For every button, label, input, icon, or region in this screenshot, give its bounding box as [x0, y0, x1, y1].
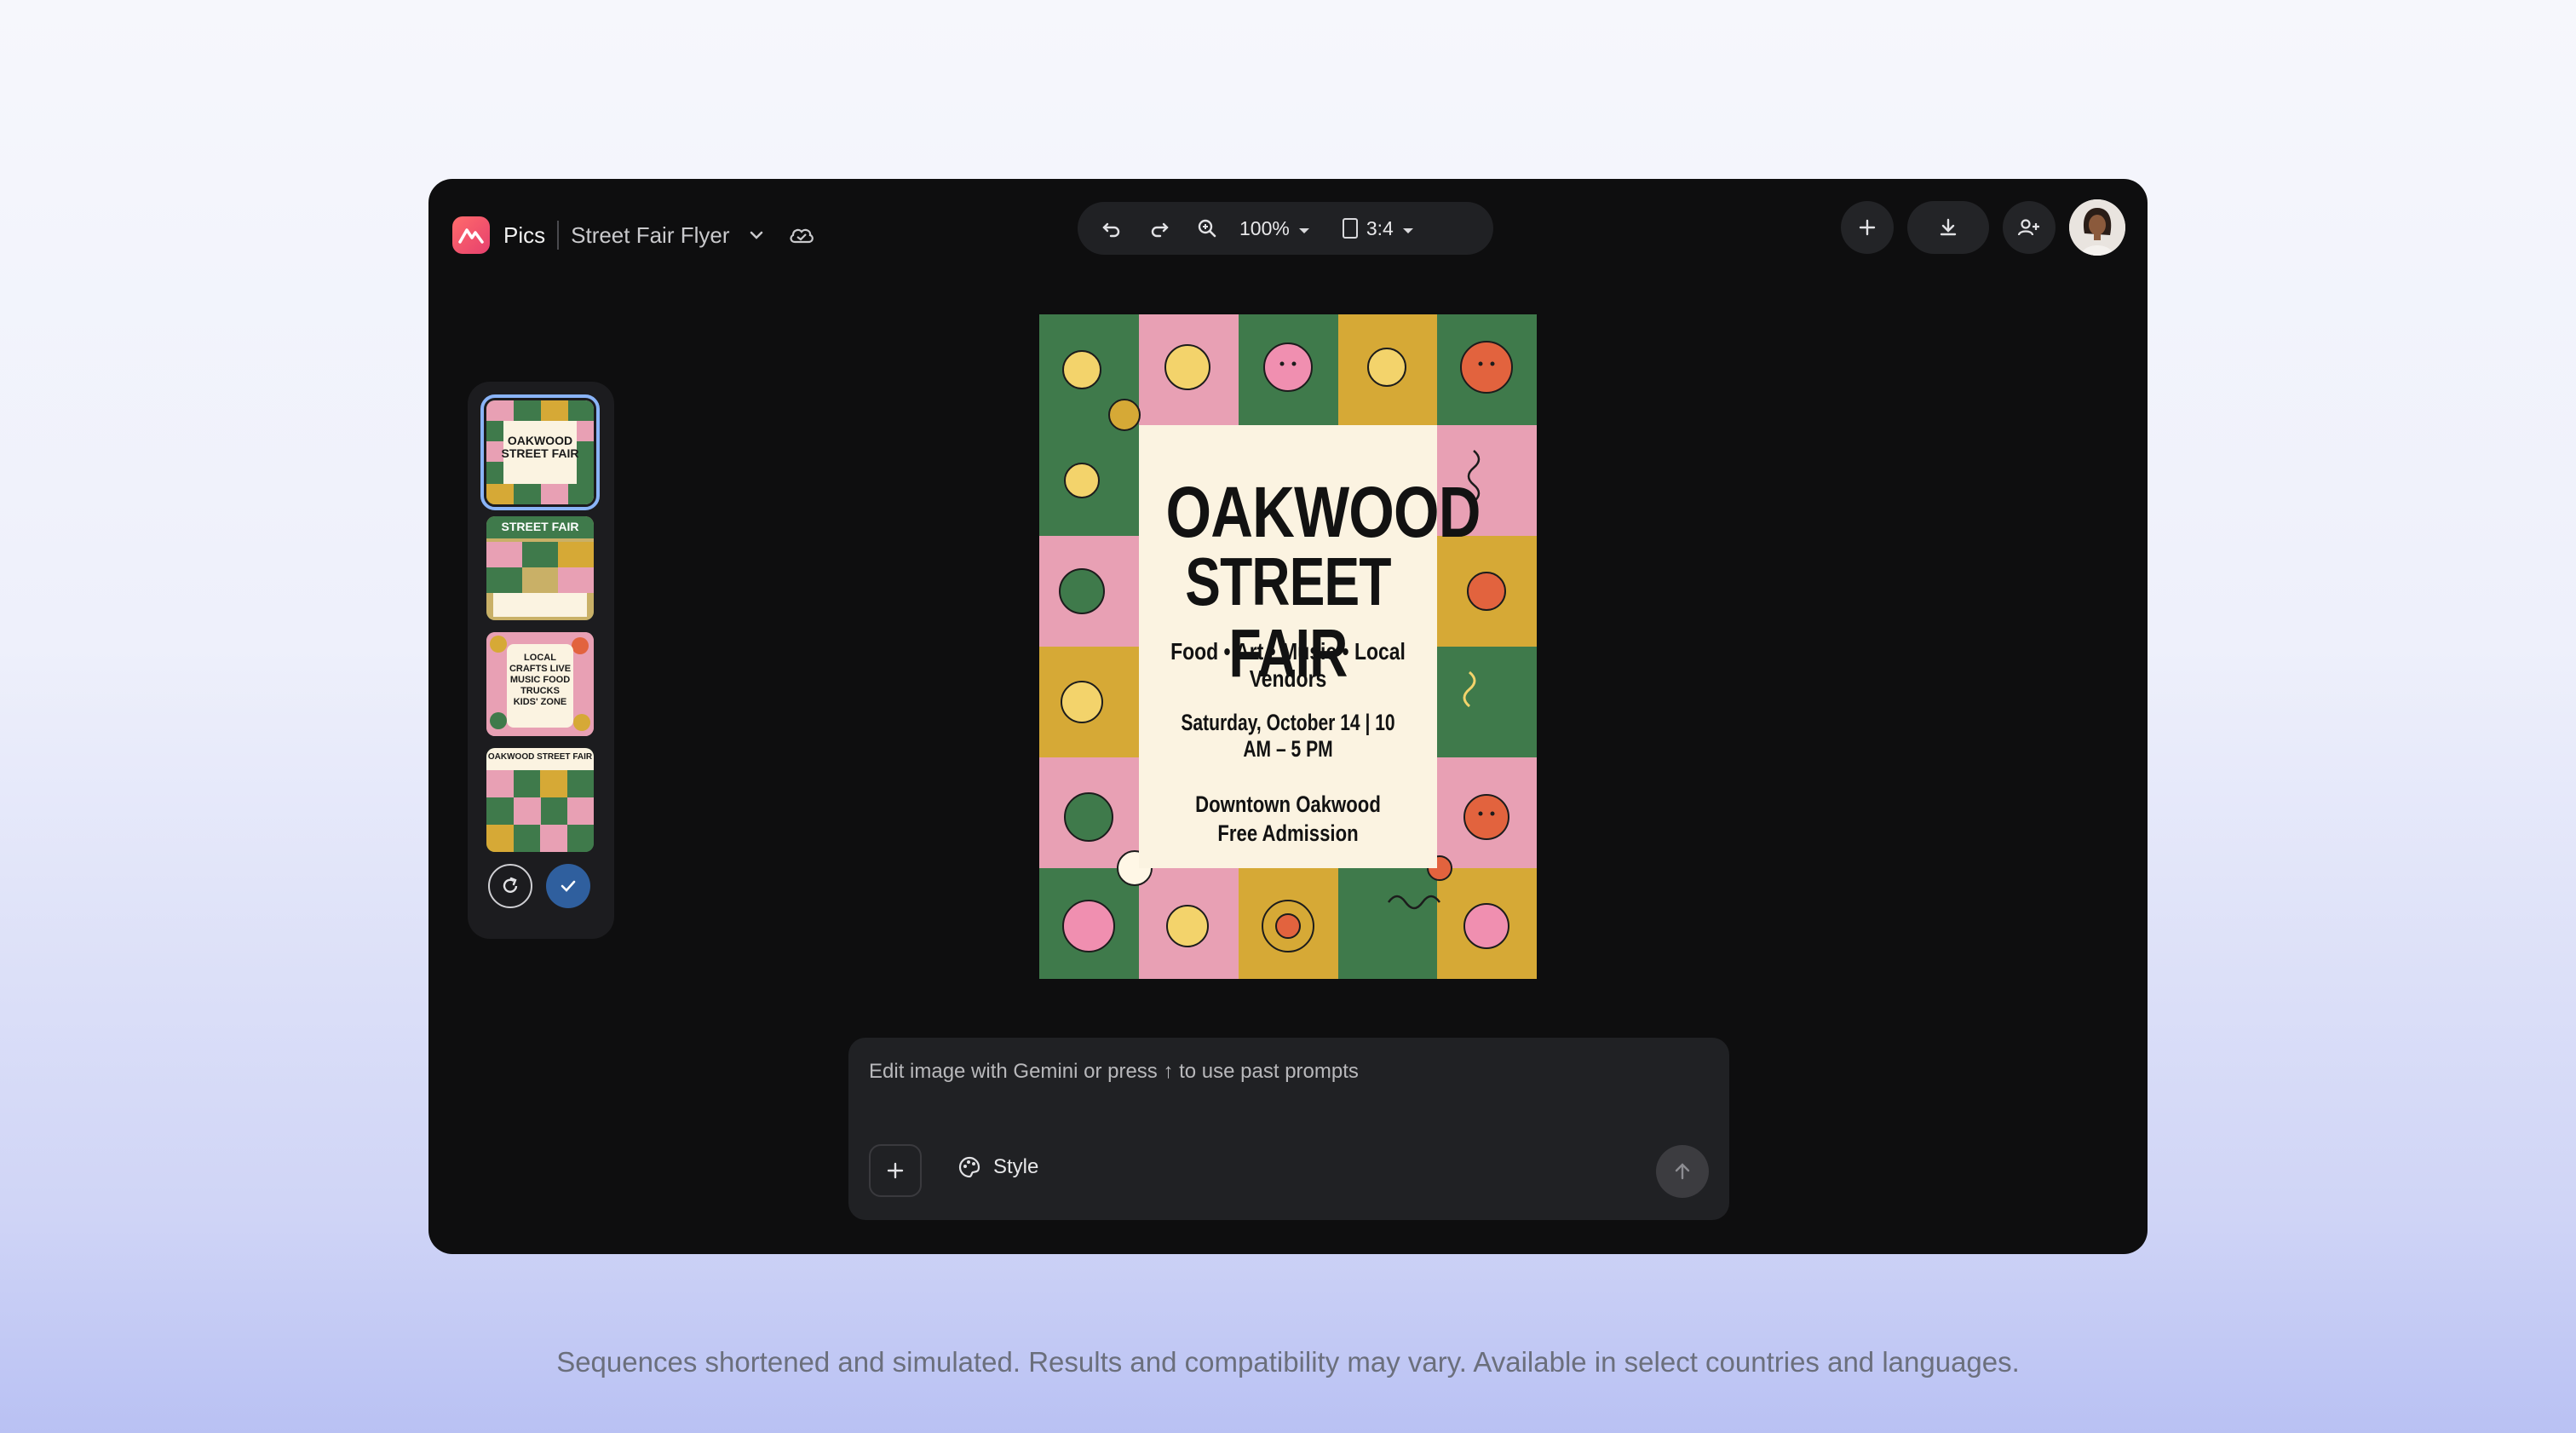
caret-down-icon — [1298, 217, 1310, 240]
flyer-admission: Free Admission — [1217, 820, 1359, 846]
app-window: Pics Street Fair Flyer 100% 3:4 OAKWOOD … — [428, 179, 2148, 1254]
zoom-in-icon[interactable] — [1183, 204, 1231, 252]
variations-panel: OAKWOOD STREET FAIR STREET FAIR LOCAL CR… — [468, 382, 614, 939]
thumbnail-label: OAKWOOD STREET FAIR — [501, 434, 579, 460]
edit-toolbar: 100% 3:4 — [1078, 202, 1493, 255]
check-icon[interactable] — [546, 864, 590, 908]
thumbnail-variation-1[interactable]: OAKWOOD STREET FAIR — [480, 394, 600, 510]
flyer-location: Downtown Oakwood — [1195, 791, 1381, 817]
thumbnail-label: STREET FAIR — [501, 520, 579, 533]
regenerate-icon[interactable] — [488, 864, 532, 908]
flyer-tagline: Food • Art • Music • Local Vendors — [1170, 638, 1406, 692]
thumbnail-variation-2[interactable]: STREET FAIR — [486, 516, 594, 620]
plus-icon[interactable] — [869, 1144, 922, 1197]
flyer-content: OAKWOOD STREET FAIR Food • Art • Music •… — [1139, 425, 1481, 868]
aspect-ratio-value: 3:4 — [1366, 216, 1394, 239]
aspect-ratio-icon — [1342, 218, 1358, 239]
app-name: Pics — [503, 222, 546, 248]
cloud-icon[interactable] — [788, 225, 815, 245]
disclaimer-text: Sequences shortened and simulated. Resul… — [556, 1346, 2020, 1378]
palette-icon — [958, 1156, 980, 1178]
thumbnail-variation-4[interactable]: OAKWOOD STREET FAIR — [486, 748, 594, 852]
download-icon[interactable] — [1907, 201, 1989, 254]
prompt-box: Edit image with Gemini or press ↑ to use… — [848, 1038, 1729, 1220]
app-header: Pics Street Fair Flyer — [452, 210, 815, 261]
prompt-input[interactable]: Edit image with Gemini or press ↑ to use… — [869, 1055, 1636, 1089]
send-arrow-icon[interactable] — [1656, 1145, 1709, 1198]
pics-logo-icon[interactable] — [452, 216, 490, 254]
thumbnail-label: LOCAL CRAFTS LIVE MUSIC FOOD TRUCKS KIDS… — [509, 653, 572, 707]
style-button[interactable]: Style — [957, 1155, 1038, 1179]
chevron-down-icon[interactable] — [747, 226, 766, 245]
thumbnail-variation-3[interactable]: LOCAL CRAFTS LIVE MUSIC FOOD TRUCKS KIDS… — [486, 632, 594, 736]
flyer-title-line1: OAKWOOD — [1165, 472, 1481, 552]
style-label: Style — [993, 1155, 1039, 1178]
avatar[interactable] — [2069, 199, 2125, 256]
title-divider — [557, 221, 560, 250]
document-title[interactable]: Street Fair Flyer — [571, 222, 729, 249]
flyer-canvas[interactable]: OAKWOOD STREET FAIR Food • Art • Music •… — [1039, 314, 1537, 979]
plus-icon[interactable] — [1841, 201, 1894, 254]
share-person-icon[interactable] — [2003, 201, 2056, 254]
header-actions — [1841, 199, 2125, 256]
flyer-date: Saturday, October 14 | 10 AM – 5 PM — [1181, 710, 1395, 762]
zoom-level-dropdown[interactable]: 100% — [1239, 217, 1310, 240]
zoom-level: 100% — [1239, 216, 1290, 239]
caret-down-icon — [1402, 217, 1414, 240]
redo-icon[interactable] — [1136, 204, 1183, 252]
aspect-ratio-dropdown[interactable]: 3:4 — [1342, 216, 1414, 240]
thumbnail-label: OAKWOOD STREET FAIR — [487, 752, 593, 762]
undo-icon[interactable] — [1088, 204, 1136, 252]
